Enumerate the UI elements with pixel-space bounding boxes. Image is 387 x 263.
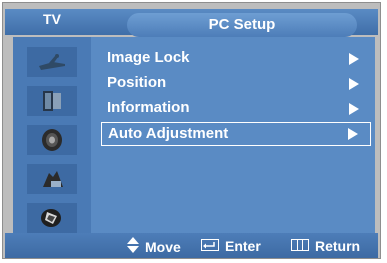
menu-item-position[interactable]: Position xyxy=(101,72,371,96)
setup-icon[interactable] xyxy=(27,203,77,233)
menu-item-label: Position xyxy=(107,74,167,91)
enter-hint: Enter xyxy=(201,237,261,255)
return-icon xyxy=(291,237,309,255)
menu-list: Image Lock Position Information Auto Adj… xyxy=(101,47,371,147)
enter-label: Enter xyxy=(225,238,261,254)
picture-icon[interactable] xyxy=(27,86,77,116)
antenna-icon[interactable] xyxy=(27,47,77,77)
move-label: Move xyxy=(145,239,181,255)
return-hint: Return xyxy=(291,237,360,255)
submenu-arrow-icon xyxy=(348,128,358,140)
sound-icon[interactable] xyxy=(27,125,77,155)
menu-item-label: Information xyxy=(107,99,190,116)
menu-item-information[interactable]: Information xyxy=(101,97,371,121)
submenu-arrow-icon xyxy=(349,78,359,90)
submenu-arrow-icon xyxy=(349,103,359,115)
move-hint: Move xyxy=(127,237,181,257)
menu-item-label: Auto Adjustment xyxy=(108,125,229,142)
menu-item-image-lock[interactable]: Image Lock xyxy=(101,47,371,71)
channel-icon[interactable] xyxy=(27,164,77,194)
osd-window: TV PC Setup Image Lock Position Informat… xyxy=(2,2,381,259)
return-label: Return xyxy=(315,238,361,254)
move-updown-icon xyxy=(127,237,139,257)
button-hint-bar: Move Enter Return xyxy=(5,233,378,258)
enter-icon xyxy=(201,237,219,255)
source-label: TV xyxy=(43,11,61,27)
menu-title: PC Setup xyxy=(127,13,357,37)
menu-item-auto-adjustment[interactable]: Auto Adjustment xyxy=(101,122,371,146)
menu-item-label: Image Lock xyxy=(107,49,190,66)
category-sidebar xyxy=(13,37,91,235)
submenu-arrow-icon xyxy=(349,53,359,65)
menu-panel: Image Lock Position Information Auto Adj… xyxy=(13,37,375,235)
